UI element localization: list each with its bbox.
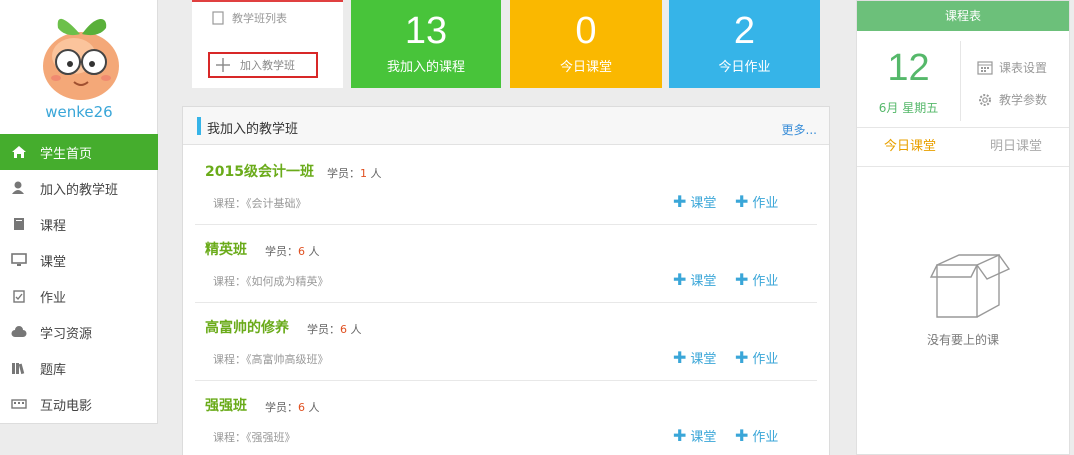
- date-day: 12: [887, 47, 930, 89]
- tab-tomorrow-classes[interactable]: 明日课堂: [963, 128, 1069, 166]
- sidebar-item-label: 学生首页: [40, 146, 93, 162]
- tile-value: 13: [404, 10, 448, 52]
- schedule-title: 课程表: [857, 1, 1069, 31]
- sidebar-item-label: 作业: [40, 290, 67, 306]
- empty-box-icon: [929, 251, 1013, 327]
- tab-today-classes[interactable]: 今日课堂: [857, 128, 963, 166]
- book-icon: [212, 11, 224, 25]
- sidebar-item-label: 加入的教学班: [40, 182, 119, 198]
- course-name: 课程：《如何成为精英》: [213, 275, 329, 288]
- avatar[interactable]: [34, 6, 128, 104]
- library-icon: [10, 360, 28, 376]
- member-count: 学员：6 人: [265, 245, 320, 258]
- sidebar-item-interactive-movie[interactable]: 互动电影: [0, 386, 158, 422]
- joined-classes-panel: 我加入的教学班 更多... 2015级会计一班 学员：1 人 课程：《会计基础》…: [182, 106, 830, 455]
- sidebar-item-courses[interactable]: 课程: [0, 206, 158, 242]
- username[interactable]: wenke26: [0, 103, 158, 121]
- class-row: 高富帅的修养 学员：6 人 课程：《高富帅高级班》 ✚ 课堂 ✚ 作业: [195, 303, 817, 381]
- sidebar-item-label: 互动电影: [40, 398, 93, 414]
- course-name: 课程：《会计基础》: [213, 197, 307, 210]
- calendar-icon: [977, 61, 993, 75]
- tile-label: 我加入的课程: [386, 60, 465, 75]
- sidebar-item-label: 学习资源: [40, 326, 93, 342]
- sidebar-item-classroom[interactable]: 课堂: [0, 242, 158, 278]
- empty-state-text: 没有要上的课: [926, 333, 999, 347]
- add-homework-button[interactable]: ✚ 作业: [735, 270, 778, 289]
- course-name: 课程：《高富帅高级班》: [213, 353, 329, 366]
- sidebar: wenke26 学生首页 加入的教学班 课程 课堂 作业 学习资源 题库 互动电…: [0, 0, 158, 424]
- plus-icon: ✚: [735, 347, 749, 367]
- plus-icon: ✚: [735, 425, 749, 445]
- add-classroom-button[interactable]: ✚ 课堂: [673, 270, 716, 289]
- tile-joined-courses[interactable]: 13 我加入的课程: [351, 0, 501, 88]
- tile-label: 今日课堂: [559, 60, 612, 75]
- tile-value: 2: [733, 10, 756, 52]
- monitor-icon: [10, 252, 28, 268]
- class-name[interactable]: 精英班: [205, 239, 247, 259]
- home-icon: [10, 144, 28, 160]
- schedule-tabs: 今日课堂 明日课堂: [857, 127, 1069, 167]
- film-icon: [10, 396, 28, 412]
- date-month-week: 6月 星期五: [878, 101, 939, 115]
- tile-today-classes[interactable]: 0 今日课堂: [510, 0, 662, 88]
- sidebar-item-question-bank[interactable]: 题库: [0, 350, 158, 386]
- cloud-icon: [10, 324, 28, 340]
- member-count: 学员：6 人: [265, 401, 320, 414]
- add-homework-button[interactable]: ✚ 作业: [735, 426, 778, 445]
- add-classroom-button[interactable]: ✚ 课堂: [673, 192, 716, 211]
- plus-icon: ✚: [673, 347, 687, 367]
- schedule-settings-link[interactable]: 课表设置: [977, 59, 1047, 76]
- class-name[interactable]: 强强班: [205, 395, 247, 415]
- add-homework-button[interactable]: ✚ 作业: [735, 348, 778, 367]
- plus-icon: [216, 58, 230, 72]
- class-name[interactable]: 2015级会计一班: [205, 161, 314, 181]
- join-class-label: 加入教学班: [240, 59, 295, 72]
- gear-icon: [979, 93, 991, 106]
- tile-today-homework[interactable]: 2 今日作业: [669, 0, 820, 88]
- sidebar-item-student-home[interactable]: 学生首页: [0, 134, 158, 170]
- class-list-link[interactable]: 教学班列表: [212, 10, 287, 26]
- schedule-panel: 课程表 12 6月 星期五 课表设置 教学参数 今日课堂 明日课堂 没有要上的课: [856, 0, 1070, 455]
- sidebar-item-homework[interactable]: 作业: [0, 278, 158, 314]
- member-count: 学员：1 人: [327, 167, 382, 180]
- plus-icon: ✚: [735, 191, 749, 211]
- class-list-label: 教学班列表: [232, 12, 287, 25]
- member-count: 学员：6 人: [307, 323, 362, 336]
- plus-icon: ✚: [673, 269, 687, 289]
- plus-icon: ✚: [735, 269, 749, 289]
- class-name[interactable]: 高富帅的修养: [205, 317, 289, 337]
- class-row: 强强班 学员：6 人 课程：《强强班》 ✚ 课堂 ✚ 作业: [195, 381, 817, 455]
- class-menu-dropdown: 教学班列表 加入教学班: [192, 0, 343, 88]
- course-name: 课程：《强强班》: [213, 431, 296, 444]
- teaching-params-link[interactable]: 教学参数: [977, 91, 1047, 108]
- class-row: 2015级会计一班 学员：1 人 课程：《会计基础》 ✚ 课堂 ✚ 作业: [195, 147, 817, 225]
- add-classroom-button[interactable]: ✚ 课堂: [673, 348, 716, 367]
- add-homework-button[interactable]: ✚ 作业: [735, 192, 778, 211]
- add-classroom-button[interactable]: ✚ 课堂: [673, 426, 716, 445]
- sidebar-item-label: 题库: [40, 362, 67, 378]
- sidebar-item-label: 课程: [40, 218, 67, 234]
- join-class-button[interactable]: 加入教学班: [208, 52, 318, 78]
- sidebar-nav: 学生首页 加入的教学班 课程 课堂 作业 学习资源 题库 互动电影: [0, 134, 158, 422]
- user-icon: [10, 180, 28, 196]
- plus-icon: ✚: [673, 191, 687, 211]
- schedule-date: 12 6月 星期五: [857, 41, 961, 121]
- book-icon: [10, 216, 28, 232]
- panel-title: 我加入的教学班: [207, 122, 299, 137]
- sidebar-item-label: 课堂: [40, 254, 67, 270]
- class-row: 精英班 学员：6 人 课程：《如何成为精英》 ✚ 课堂 ✚ 作业: [195, 225, 817, 303]
- plus-icon: ✚: [673, 425, 687, 445]
- sidebar-item-joined-classes[interactable]: 加入的教学班: [0, 170, 158, 206]
- title-accent-bar: [197, 117, 201, 135]
- tile-label: 今日作业: [718, 60, 771, 75]
- sidebar-item-resources[interactable]: 学习资源: [0, 314, 158, 350]
- panel-header: 我加入的教学班 更多...: [183, 107, 829, 145]
- more-link[interactable]: 更多...: [782, 121, 817, 138]
- peach-mascot-icon: [43, 18, 119, 100]
- clipboard-icon: [10, 288, 28, 304]
- tile-value: 0: [575, 10, 597, 52]
